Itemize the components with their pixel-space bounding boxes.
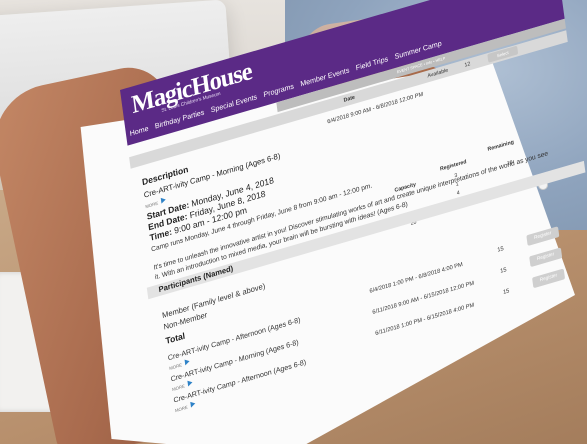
registered-header: Registered xyxy=(439,159,467,173)
nav-field-trips[interactable]: Field Trips xyxy=(355,54,388,72)
more-label: MORE xyxy=(171,383,186,393)
available-header: Available xyxy=(427,67,449,80)
total-row: Total xyxy=(164,330,186,346)
remaining-header: Remaining xyxy=(487,139,515,153)
arrow-right-icon xyxy=(186,379,193,387)
session-1-remaining: 15 xyxy=(497,246,505,254)
arrow-right-icon xyxy=(189,400,196,408)
available-count: 12 xyxy=(464,61,471,69)
nav-home[interactable]: Home xyxy=(129,124,149,138)
registered-member: 3 xyxy=(454,172,458,180)
register-button[interactable]: Register xyxy=(526,226,560,246)
arrow-right-icon xyxy=(184,358,190,366)
session-3-remaining: 15 xyxy=(502,288,510,296)
register-button[interactable]: Register xyxy=(532,268,566,289)
registered-total: 4 xyxy=(456,190,461,197)
register-button[interactable]: Register xyxy=(529,247,563,268)
arrow-right-icon xyxy=(160,196,166,204)
more-label: MORE xyxy=(168,362,183,371)
session-2-name: Cre-ART-ivity Camp - Morning (Ages 6-8) xyxy=(170,337,300,384)
nav-programs[interactable]: Programs xyxy=(263,82,294,99)
date-header: Date xyxy=(343,94,356,104)
registered-nonmember: 1 xyxy=(455,181,459,188)
photo-scene: MagicHouse St. Louis Children's Museum H… xyxy=(0,0,587,444)
session-2-remaining: 15 xyxy=(499,267,507,275)
